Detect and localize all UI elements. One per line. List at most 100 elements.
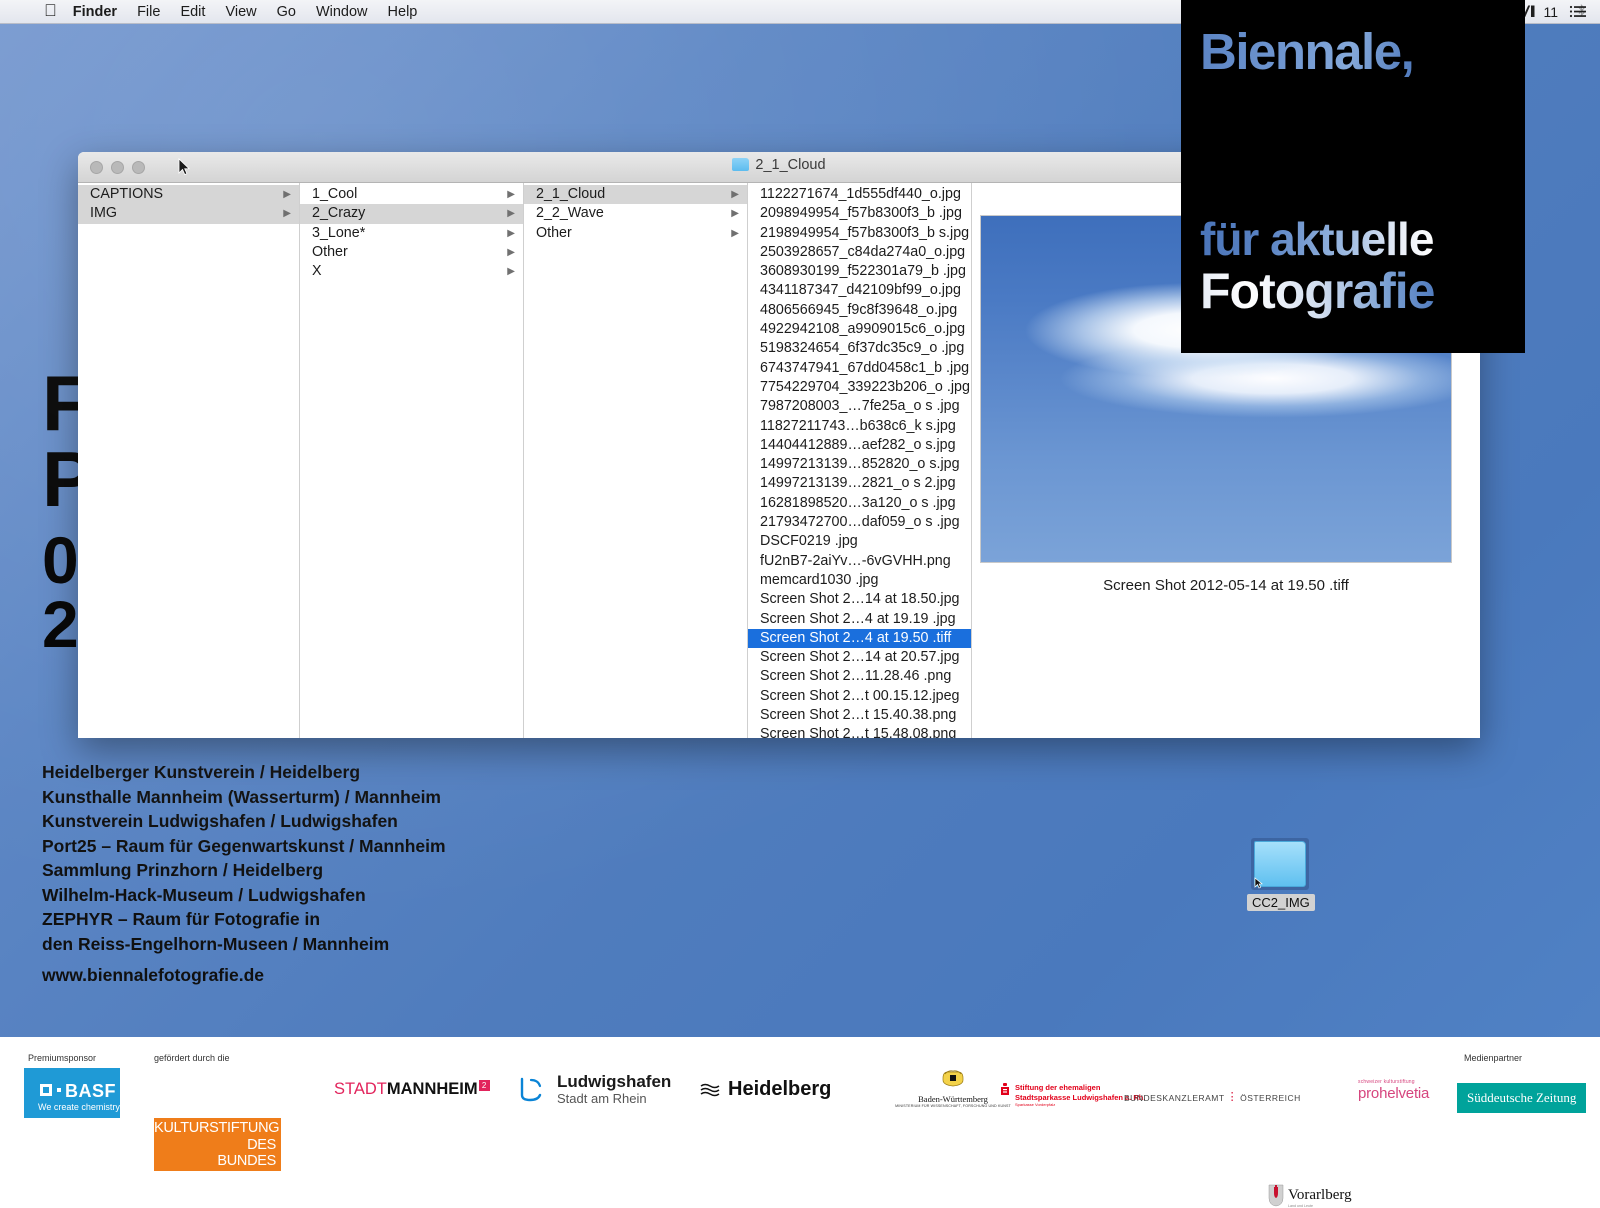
finder-file-item[interactable]: 2198949954_f57b8300f3_b s.jpg (748, 224, 971, 243)
venue-item: ZEPHYR – Raum für Fotografie in (42, 909, 321, 929)
sponsor-logo-prohelvetia: schweizer kulturstiftung prohelvetia (1358, 1079, 1429, 1102)
finder-item[interactable]: CAPTIONS ▶ (78, 185, 299, 205)
finder-item-selected[interactable]: 2_Crazy ▶ (300, 204, 523, 224)
folder-icon (732, 158, 750, 171)
finder-file-label: 3608930199_f522301a79_b .jpg (760, 263, 966, 280)
finder-file-item[interactable]: 4341187347_d42109bf99_o.jpg (748, 281, 971, 300)
sueddeutsche-wordmark: Süddeutsche Zeitung (1467, 1090, 1577, 1105)
stadt-mannheim-superscript: 2 (478, 1080, 490, 1091)
baden-wuerttemberg-name: Baden-Württemberg (918, 1094, 988, 1104)
finder-file-item[interactable]: 14997213139…2821_o s 2.jpg (748, 474, 971, 493)
preview-filename-caption: Screen Shot 2012-05-14 at 19.50 .tiff (1103, 577, 1349, 594)
logo-line-fotografie: Fotografie (1200, 263, 1435, 319)
finder-file-item[interactable]: 7754229704_339223b206_o .jpg (748, 378, 971, 397)
finder-file-label: Screen Shot 2…t 15.48.08.png (760, 726, 957, 738)
finder-item-selected[interactable]: IMG ▶ (78, 204, 299, 224)
finder-column-3[interactable]: 2_1_Cloud ▶ 2_2_Wave ▶ Other ▶ (524, 183, 748, 738)
finder-file-item[interactable]: Screen Shot 2…11.28.46 .png (748, 667, 971, 686)
finder-item[interactable]: X ▶ (300, 262, 523, 281)
finder-file-item[interactable]: 2503928657_c84da274a0_o.jpg (748, 243, 971, 262)
menu-item-view[interactable]: View (225, 4, 256, 20)
finder-item[interactable]: 3_Lone* ▶ (300, 224, 523, 243)
desktop-folder-cc2-img[interactable]: CC2_IMG (1247, 838, 1315, 918)
finder-item[interactable]: Other ▶ (300, 243, 523, 262)
prohelvetia-wordmark: prohelvetia (1358, 1085, 1430, 1102)
finder-file-item[interactable]: Screen Shot 2…4 at 19.19 .jpg (748, 610, 971, 629)
finder-file-item[interactable]: 16281898520…3a120_o s .jpg (748, 494, 971, 513)
menu-item-help[interactable]: Help (388, 4, 418, 20)
notification-list-icon[interactable] (1569, 3, 1588, 20)
chevron-right-icon: ▶ (283, 208, 291, 220)
finder-item-selected[interactable]: 2_1_Cloud ▶ (524, 185, 747, 205)
sponsor-logo-kulturstiftung: KULTURSTIFTUNG DES BUNDES (154, 1118, 281, 1171)
chevron-right-icon: ▶ (507, 189, 515, 200)
finder-file-item[interactable]: Screen Shot 2…t 15.40.38.png (748, 706, 971, 725)
finder-item-label: 1_Cool (312, 186, 358, 202)
finder-column-4-files[interactable]: 1122271674_1d555df440_o.jpg 2098949954_f5… (748, 183, 972, 738)
menu-item-go[interactable]: Go (277, 4, 296, 20)
finder-file-item[interactable]: Screen Shot 2…14 at 20.57.jpg (748, 648, 971, 667)
sparkasse-mark-icon (1001, 1083, 1009, 1095)
finder-title-text: 2_1_Cloud (755, 157, 826, 173)
finder-file-label: 1122271674_1d555df440_o.jpg (760, 186, 961, 202)
finder-file-label: 4341187347_d42109bf99_o.jpg (760, 282, 961, 299)
chevron-right-icon: ▶ (507, 246, 515, 258)
menu-item-window[interactable]: Window (316, 4, 368, 20)
finder-file-item[interactable]: DSCF0219 .jpg (748, 532, 971, 551)
finder-file-item[interactable]: Screen Shot 2…14 at 18.50.jpg (748, 590, 971, 609)
chevron-right-icon: ▶ (731, 227, 739, 239)
finder-file-label: 21793472700…daf059_o s .jpg (760, 514, 960, 531)
finder-file-item[interactable]: 7987208003_…7fe25a_o s .jpg (748, 397, 971, 416)
venue-item: Port25 – Raum für Gegenwartskunst / Mann… (42, 835, 446, 856)
finder-file-label: Screen Shot 2…14 at 20.57.jpg (760, 649, 960, 666)
finder-file-item[interactable]: 14404412889…aef282_o s.jpg (748, 436, 971, 455)
finder-file-item[interactable]: 3608930199_f522301a79_b .jpg (748, 262, 971, 281)
chevron-right-icon: ▶ (731, 189, 739, 200)
finder-file-item[interactable]: 14997213139…852820_o s.jpg (748, 455, 971, 474)
chevron-right-icon: ▶ (507, 266, 515, 278)
venue-item: Heidelberger Kunstverein / Heidelberg (42, 762, 361, 782)
basf-square-icon (40, 1084, 52, 1096)
finder-item[interactable]: Other ▶ (524, 224, 747, 243)
apple-logo-icon[interactable]:  (44, 2, 57, 19)
finder-column-2[interactable]: 1_Cool ▶ 2_Crazy ▶ 3_Lone* ▶ Other ▶ X ▶ (300, 183, 524, 738)
finder-file-item[interactable]: 21793472700…daf059_o s .jpg (748, 513, 971, 532)
finder-file-label: memcard1030 .jpg (760, 571, 879, 588)
folder-icon[interactable] (1251, 838, 1309, 890)
website-url: www.biennalefotografie.de (42, 965, 265, 985)
finder-file-item-selected[interactable]: Screen Shot 2…4 at 19.50 .tiff (748, 628, 971, 649)
finder-file-item[interactable]: 1122271674_1d555df440_o.jpg (748, 185, 971, 204)
basf-tagline: We create chemistry (38, 1102, 120, 1112)
finder-file-label: Screen Shot 2…t 15.40.38.png (760, 707, 957, 724)
finder-column-1[interactable]: CAPTIONS ▶ IMG ▶ (78, 183, 300, 738)
finder-file-item[interactable]: memcard1030 .jpg (748, 571, 971, 590)
finder-file-item[interactable]: 4806566945_f9c8f39648_o.jpg (748, 301, 971, 320)
finder-file-item[interactable]: Screen Shot 2…t 00.15.12.jpeg (748, 687, 971, 706)
venue-list: Heidelberger Kunstverein / Heidelberg Ku… (42, 760, 682, 956)
mouse-cursor-icon (178, 158, 190, 176)
finder-file-item[interactable]: Screen Shot 2…t 15.48.08.png (748, 725, 971, 738)
finder-item-label: Other (536, 224, 572, 241)
sponsor-bar: Premiumsponsor BASF We create chemistry … (0, 1037, 1600, 1208)
venue-item: den Reiss-Engelhorn-Museen / Mannheim (42, 933, 390, 954)
stadt-mannheim-part2: MANNHEIM (386, 1080, 478, 1098)
finder-item[interactable]: 2_2_Wave ▶ (524, 204, 747, 223)
vorarlberg-wordmark: Vorarlberg (1288, 1187, 1352, 1203)
finder-item[interactable]: 1_Cool ▶ (300, 185, 523, 204)
finder-file-item[interactable]: 5198324654_6f37dc35c9_o .jpg (748, 339, 971, 358)
finder-file-item[interactable]: 11827211743…b638c6_k s.jpg (748, 417, 971, 436)
menu-item-finder[interactable]: Finder (73, 4, 117, 20)
finder-file-item[interactable]: 6743747941_67dd0458c1_b .jpg (748, 359, 971, 378)
menu-item-edit[interactable]: Edit (180, 4, 205, 20)
bundeskanzleramt-separator-icon: ⋮ (1226, 1091, 1239, 1103)
finder-file-item[interactable]: 2098949954_f57b8300f3_b .jpg (748, 204, 971, 223)
finder-file-item[interactable]: fU2nB7-2aiYv…-6vGVHH.png (748, 552, 971, 571)
sponsor-logo-baden-wuerttemberg: Baden-Württemberg MINISTERIUM FÜR WISSEN… (888, 1069, 1018, 1108)
menu-item-file[interactable]: File (137, 4, 160, 20)
sponsor-kicker-premium: Premiumsponsor (28, 1053, 97, 1063)
finder-file-label: 2503928657_c84da274a0_o.jpg (760, 243, 966, 260)
finder-file-item[interactable]: 4922942108_a9909015c6_o.jpg (748, 320, 971, 339)
logo-line-biennale: Biennale, (1200, 23, 1415, 80)
ludwigshafen-line-2: Stadt am Rhein (557, 1091, 647, 1106)
finder-file-label: 7754229704_339223b206_o .jpg (760, 378, 970, 395)
